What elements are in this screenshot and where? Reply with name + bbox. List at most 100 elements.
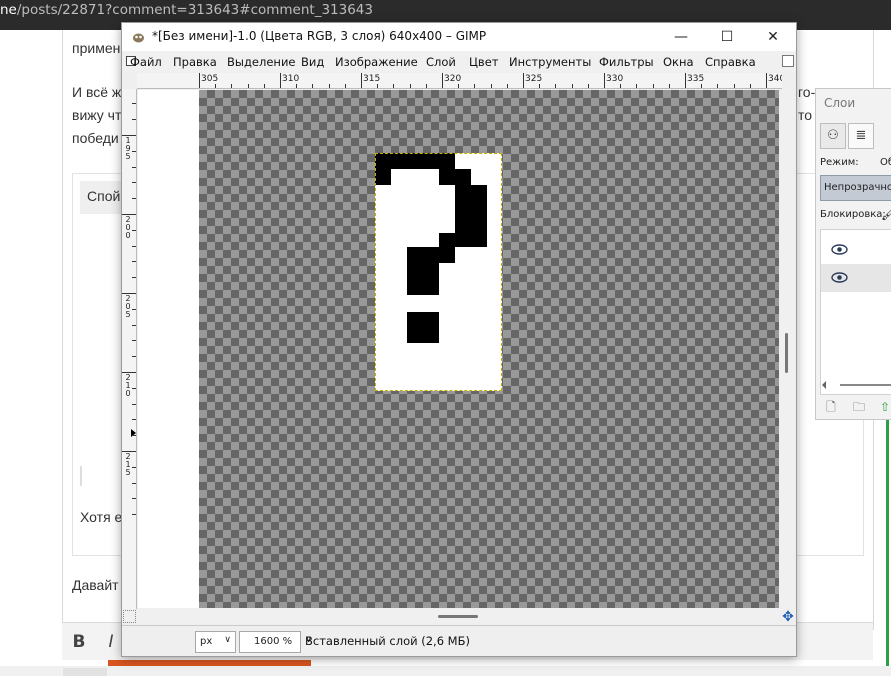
ruler-minor-tick (132, 308, 136, 310)
horizontal-ruler[interactable]: 305 310 315 320 325 330 335 340 (137, 73, 782, 89)
vertical-scroll-thumb[interactable] (785, 333, 788, 373)
ruler-minor-tick (132, 340, 136, 342)
page-text-line: И всё ж (72, 84, 122, 100)
eye-icon[interactable] (831, 244, 848, 255)
menu-windows[interactable]: Окна (663, 55, 694, 69)
menu-layer[interactable]: Слой (426, 55, 456, 69)
mode-label: Режим: (820, 157, 859, 168)
close-button[interactable]: ✕ (751, 23, 795, 51)
vertical-scrollbar[interactable] (780, 90, 794, 608)
maximize-button[interactable]: ☐ (705, 23, 749, 51)
horizontal-scroll-thumb[interactable] (438, 615, 478, 618)
page-text-line: победи (72, 130, 119, 146)
gimp-app-icon (133, 33, 144, 43)
ruler-minor-tick (132, 261, 136, 263)
layers-hscrollbar[interactable] (820, 379, 891, 391)
image-canvas[interactable] (138, 90, 779, 608)
ruler-minor-tick (490, 84, 492, 88)
gimp-status-bar: px ∨ 1600 % ∨ Вставленный слой (2,6 МБ) (122, 625, 796, 656)
navigate-icon[interactable]: ✥ (781, 610, 795, 624)
channels-tab-icon[interactable]: ⚇ (820, 123, 846, 149)
gimp-title-bar[interactable]: *[Без имени]-1.0 (Цвета RGB, 3 слоя) 640… (122, 23, 796, 51)
ruler-label: 330 (606, 74, 624, 84)
zoom-follow-icon[interactable] (782, 55, 794, 67)
layer-row[interactable] (821, 236, 891, 264)
layer-row[interactable] (821, 264, 891, 292)
ruler-label: 320 (444, 74, 462, 84)
ruler-minor-tick (231, 84, 233, 88)
ruler-minor-tick (132, 182, 136, 184)
ruler-minor-tick (132, 198, 136, 200)
ruler-minor-tick (668, 84, 670, 88)
ruler-tick (199, 73, 200, 88)
page-text-line: вижу чт (72, 107, 122, 123)
lock-brush-icon[interactable]: 🖌 (881, 207, 891, 221)
ruler-minor-tick (132, 324, 136, 326)
menu-view[interactable]: Вид (301, 55, 324, 69)
layers-dock: Слои ⚇ ≣ Режим: Об Непрозрачность Блокир… (815, 88, 891, 420)
ruler-minor-tick (132, 119, 136, 121)
ruler-minor-tick (328, 84, 330, 88)
ruler-minor-tick (393, 84, 395, 88)
ruler-minor-tick (377, 84, 379, 88)
spoiler-quote-bar (80, 466, 82, 486)
horizontal-scrollbar[interactable] (138, 609, 779, 623)
ruler-minor-tick (749, 84, 751, 88)
ruler-minor-tick (474, 84, 476, 88)
ruler-minor-tick (263, 84, 265, 88)
layer-boundary (375, 153, 502, 391)
ruler-label: 315 (363, 74, 381, 84)
ruler-label: 2 0 0 (125, 215, 131, 240)
browser-bottom-strip (0, 666, 891, 676)
eye-icon[interactable] (831, 272, 848, 283)
ruler-minor-tick (409, 84, 411, 88)
ruler-label: 2 0 5 (125, 294, 131, 319)
unit-select[interactable]: px ∨ (195, 631, 236, 653)
ruler-minor-tick (132, 166, 136, 168)
zoom-select[interactable]: 1600 % ∨ (239, 631, 312, 653)
page-text-line: то (798, 107, 813, 123)
gimp-image-window: *[Без имени]-1.0 (Цвета RGB, 3 слоя) 640… (121, 22, 797, 657)
ruler-minor-tick (344, 84, 346, 88)
page-text-line: Хотя е (80, 509, 123, 525)
raise-layer-icon[interactable]: ⇧ (878, 400, 891, 414)
ruler-label: 1 9 5 (125, 136, 131, 161)
menu-colors[interactable]: Цвет (469, 55, 498, 69)
menu-select[interactable]: Выделение (227, 55, 296, 69)
url-host: ne (0, 2, 17, 18)
ruler-minor-tick (587, 84, 589, 88)
ruler-tick (280, 73, 281, 88)
opacity-field[interactable]: Непрозрачность (820, 175, 891, 201)
pasted-layer[interactable] (375, 153, 502, 391)
menu-tools[interactable]: Инструменты (509, 55, 591, 69)
menu-image[interactable]: Изображение (335, 55, 418, 69)
menu-file[interactable]: Файл (130, 55, 162, 69)
ruler-tick (604, 73, 605, 88)
ruler-minor-tick (652, 84, 654, 88)
menu-filters[interactable]: Фильтры (599, 55, 654, 69)
ruler-minor-tick (555, 84, 557, 88)
ruler-minor-tick (571, 84, 573, 88)
layers-tab-icon[interactable]: ≣ (848, 123, 874, 149)
ruler-minor-tick (458, 84, 460, 88)
layer-group-icon[interactable]: 🗀 (852, 400, 866, 414)
ruler-minor-tick (132, 403, 136, 405)
ruler-tick (442, 73, 443, 88)
ruler-minor-tick (132, 466, 136, 468)
ruler-minor-tick (717, 84, 719, 88)
minimize-button[interactable]: — (659, 23, 703, 51)
mode-value[interactable]: Об (880, 157, 891, 168)
new-layer-icon[interactable]: 🗋 (824, 400, 838, 414)
ruler-minor-tick (506, 84, 508, 88)
layers-list (820, 229, 891, 395)
vertical-ruler[interactable]: 1 9 5 2 0 0 2 0 5 2 1 0 2 1 5 (122, 89, 137, 609)
bold-button[interactable]: B (64, 628, 94, 656)
quick-mask-icon[interactable] (123, 610, 136, 623)
ruler-minor-tick (132, 277, 136, 279)
ruler-minor-tick (132, 245, 136, 247)
ruler-label: 310 (282, 74, 300, 84)
menu-help[interactable]: Справка (705, 55, 756, 69)
bottom-tab[interactable] (63, 668, 107, 676)
menu-edit[interactable]: Правка (173, 55, 217, 69)
ruler-tick (685, 73, 686, 88)
